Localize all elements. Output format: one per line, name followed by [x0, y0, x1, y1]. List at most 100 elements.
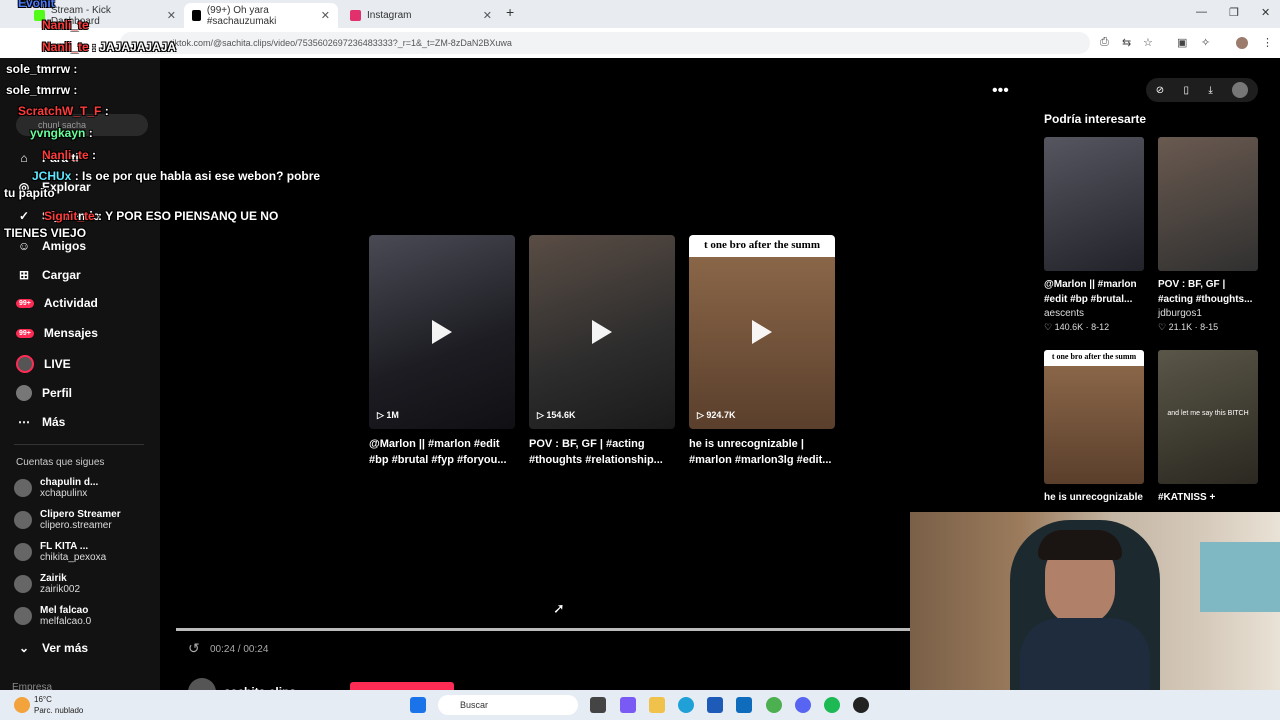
translate-icon[interactable]: ⇆ — [1122, 36, 1131, 49]
chat-text: : — [104, 104, 109, 118]
taskbar-search[interactable]: Buscar — [438, 695, 578, 715]
recommendation-card[interactable]: and let me say this BITCH #KATNISS + #HA… — [1158, 350, 1258, 505]
time-display: 00:24 / 00:24 — [210, 644, 269, 655]
new-tab-icon[interactable]: + — [506, 4, 514, 20]
more-options-icon[interactable]: ••• — [992, 82, 1009, 100]
task-view-icon[interactable] — [590, 697, 606, 713]
chrome-icon[interactable] — [766, 697, 782, 713]
recommendation-stats: ♡ 21.1K · 8-15 — [1158, 322, 1219, 332]
chat-text: : — [88, 126, 93, 140]
video-thumbnail[interactable]: t one bro after the summ ▷ 924.7K — [689, 235, 835, 429]
discord-icon[interactable] — [795, 697, 811, 713]
address-bar: tiktok.com/@sachita.clips/video/75356026… — [0, 28, 1280, 58]
following-name: Clipero Streamer — [40, 509, 121, 520]
following-item[interactable]: FL KITA ... chikita_pexoxa — [14, 541, 106, 563]
chat-user: ScratchW_T_F — [18, 104, 102, 118]
thumbnail-caption: t one bro after the summ — [1051, 352, 1137, 361]
avatar — [14, 479, 32, 497]
likes: 21.1K — [1168, 322, 1193, 332]
weather-text: Parc. nublado — [34, 706, 84, 715]
bookmark-star-icon[interactable]: ☆ — [1143, 36, 1153, 49]
video-title[interactable]: POV : BF, GF | #acting #thoughts #relati… — [529, 436, 679, 468]
weather-icon[interactable] — [14, 697, 30, 713]
install-icon[interactable]: ⎙ — [1100, 36, 1109, 49]
browser-tabbar: Stream - Kick Dashboard ✕ (99+) Oh yara … — [0, 0, 1280, 28]
edge-icon[interactable] — [678, 697, 694, 713]
chat-text: : JAJAJAJAJA — [92, 40, 177, 54]
instagram-icon — [350, 10, 361, 21]
outlook-icon[interactable] — [736, 697, 752, 713]
puzzle-icon[interactable]: ✧ — [1201, 36, 1210, 49]
video-thumbnail[interactable]: ▷ 1M — [369, 235, 515, 429]
sidebar-item-mensajes[interactable]: 99+ Mensajes — [16, 326, 98, 340]
recommendation-card[interactable]: POV : BF, GF | #acting #thoughts... jdbu… — [1158, 137, 1258, 333]
sidebar-item-mas[interactable]: ⋯ Más — [16, 414, 65, 430]
recommendation-card[interactable]: @Marlon || #marlon #edit #bp #brutal... … — [1044, 137, 1144, 333]
recommendation-card[interactable]: t one bro after the summ he is unrecogni… — [1044, 350, 1144, 505]
recommendation-thumbnail: and let me say this BITCH — [1158, 350, 1258, 484]
tiktok-icon — [192, 10, 201, 21]
sidebar-item-perfil[interactable]: Perfil — [16, 385, 72, 401]
sidebar-item-live[interactable]: LIVE — [16, 355, 71, 373]
extension-icon[interactable]: ▣ — [1177, 36, 1187, 49]
recommendation-author: aescents — [1044, 308, 1085, 319]
tab-tiktok[interactable]: (99+) Oh yara #sachauzumaki ✕ — [184, 3, 338, 28]
close-icon[interactable]: ✕ — [167, 9, 176, 22]
copilot-icon[interactable] — [620, 697, 636, 713]
live-icon — [16, 355, 34, 373]
following-name: Mel falcao — [40, 605, 89, 616]
link-icon[interactable]: ⊘ — [1156, 85, 1164, 96]
date: 8-12 — [1091, 322, 1110, 332]
store-icon[interactable] — [707, 697, 723, 713]
close-icon[interactable]: ✕ — [483, 9, 492, 22]
spotify-icon[interactable] — [824, 697, 840, 713]
chat-user: Evonit — [18, 0, 55, 10]
see-more-button[interactable]: ⌄ Ver más — [16, 640, 88, 656]
replay-icon[interactable]: ↺ — [188, 640, 200, 657]
phone-icon[interactable]: ▯ — [1184, 85, 1190, 96]
following-item[interactable]: Clipero Streamer clipero.streamer — [14, 509, 121, 531]
play-icon — [592, 320, 612, 344]
obs-icon[interactable] — [853, 697, 869, 713]
close-window-icon[interactable]: ✕ — [1261, 6, 1270, 19]
following-item[interactable]: Zairik zairik002 — [14, 573, 80, 595]
likes: 140.6K — [1054, 322, 1084, 332]
windows-start-icon[interactable] — [410, 697, 426, 713]
chat-user: sole_tmrrw — [6, 83, 71, 97]
following-item[interactable]: chapulin d... xchapulinx — [14, 477, 98, 499]
chat-user: Nanli_te — [42, 18, 89, 32]
recommendations-title: Podría interesarte — [1044, 112, 1147, 126]
video-title[interactable]: @Marlon || #marlon #edit #bp #brutal #fy… — [369, 436, 519, 468]
video-progress-bar[interactable] — [176, 628, 910, 631]
progress-fill — [176, 628, 910, 631]
streamer-hair — [1038, 530, 1122, 560]
views-value: 924.7K — [706, 410, 736, 420]
following-name: Zairik — [40, 573, 67, 584]
thumbnail-caption: and let me say this BITCH — [1167, 410, 1249, 417]
sidebar-item-cargar[interactable]: ⊞ Cargar — [16, 267, 81, 283]
minimize-icon[interactable]: — — [1196, 6, 1207, 18]
webcam-overlay — [910, 512, 1280, 690]
tab-instagram[interactable]: Instagram ✕ — [342, 3, 500, 28]
mouse-cursor-icon: ➚ — [553, 600, 565, 616]
video-actions-toolbar: ⊘ ▯ ⤓ — [1146, 78, 1258, 102]
url-field[interactable]: tiktok.com/@sachita.clips/video/75356026… — [120, 32, 1090, 54]
avatar[interactable] — [1232, 82, 1249, 98]
profile-avatar-icon[interactable] — [1236, 37, 1248, 49]
download-icon[interactable]: ⤓ — [1208, 85, 1212, 96]
video-thumbnail[interactable]: ▷ 154.6K — [529, 235, 675, 429]
following-name: chapulin d... — [40, 477, 99, 488]
chat-message: sole_tmrrw : — [6, 62, 77, 76]
file-explorer-icon[interactable] — [649, 697, 665, 713]
bed-pillow — [1200, 542, 1280, 612]
menu-dots-icon[interactable]: ⋮ — [1262, 36, 1273, 49]
chat-message: ScratchW_T_F : — [18, 104, 109, 118]
maximize-icon[interactable]: ❐ — [1229, 6, 1239, 19]
weather-widget[interactable]: 16°C Parc. nublado — [34, 694, 83, 716]
close-icon[interactable]: ✕ — [321, 9, 330, 22]
sidebar-item-actividad[interactable]: 99+ Actividad — [16, 296, 98, 310]
following-item[interactable]: Mel falcao melfalcao.0 — [14, 605, 91, 627]
video-title[interactable]: he is unrecognizable | #marlon #marlon3l… — [689, 436, 839, 468]
recommendation-stats: ♡ 140.6K · 8-12 — [1044, 322, 1110, 332]
recommendation-thumbnail — [1158, 137, 1258, 271]
